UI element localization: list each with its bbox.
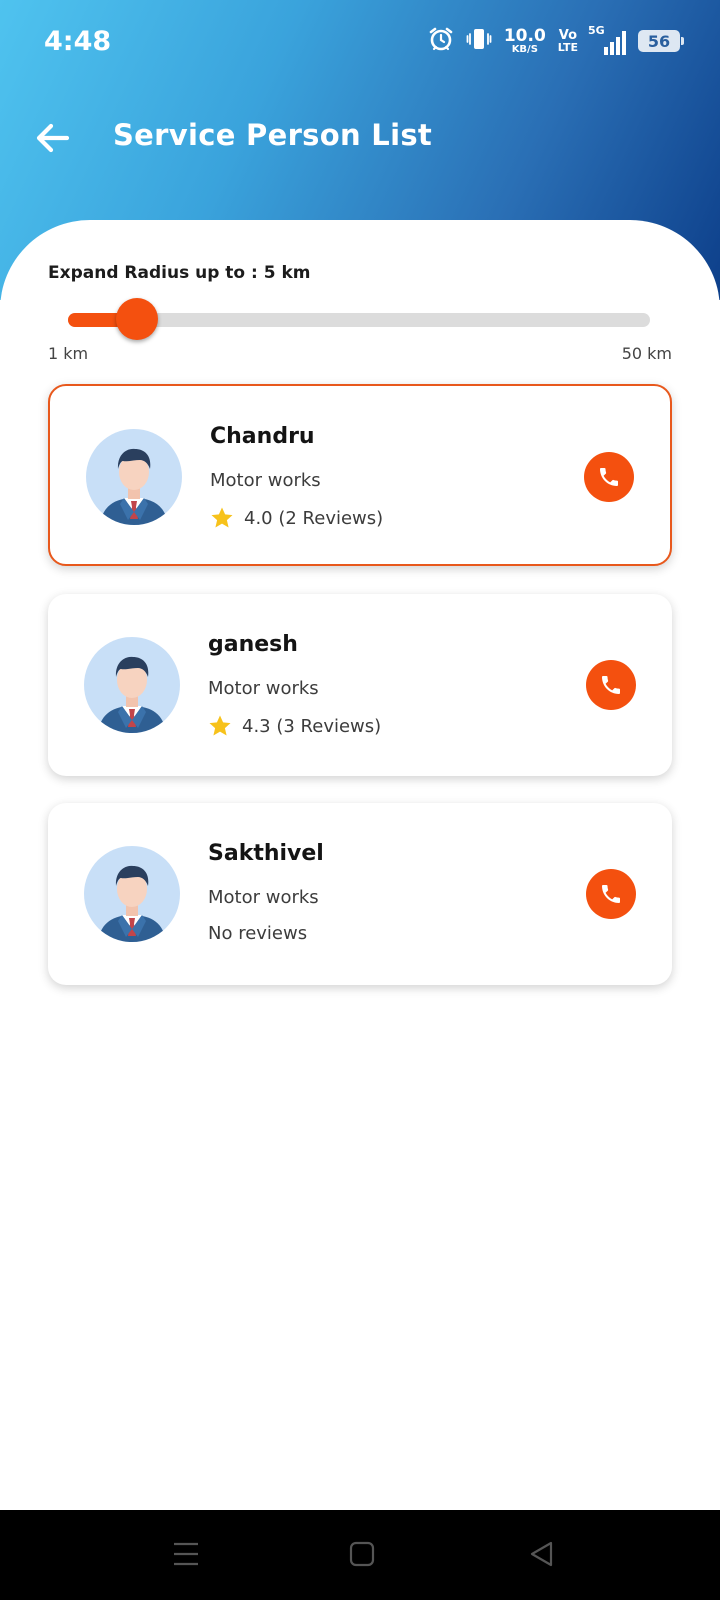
person-rating: 4.0 (2 Reviews) <box>210 506 383 530</box>
phone-icon <box>600 468 618 486</box>
battery-icon: 56 <box>638 30 684 52</box>
phone-icon <box>602 676 620 694</box>
signal-icon: 5G <box>588 24 626 55</box>
person-name: ganesh <box>208 632 298 657</box>
person-card[interactable]: Chandru Motor works 4.0 (2 Reviews) <box>48 384 672 566</box>
alarm-icon <box>428 26 454 56</box>
menu-icon <box>174 1542 198 1566</box>
network-speed-value: 10.0 <box>503 25 546 46</box>
person-name: Sakthivel <box>208 841 324 866</box>
businessman-avatar-icon <box>86 429 182 525</box>
home-button[interactable] <box>342 1534 382 1574</box>
person-rating: No reviews <box>208 923 307 944</box>
businessman-avatar-icon <box>84 637 180 733</box>
star-icon <box>209 715 231 736</box>
app-bar: Service Person List <box>0 100 720 176</box>
call-button[interactable] <box>586 660 636 710</box>
slider-min-label: 1 km <box>48 344 89 363</box>
network-type: 5G <box>588 24 605 37</box>
arrow-left-icon <box>36 123 69 153</box>
slider-max-label: 50 km <box>621 344 672 363</box>
volte-bottom: LTE <box>557 41 578 54</box>
rating-text: 4.0 (2 Reviews) <box>244 507 384 529</box>
person-service: Motor works <box>210 470 321 491</box>
person-rating: 4.3 (3 Reviews) <box>208 714 381 738</box>
page-title: Service Person List <box>113 118 433 152</box>
call-button[interactable] <box>586 869 636 919</box>
rating-text: No reviews <box>208 923 308 944</box>
status-time: 4:48 <box>44 26 112 57</box>
businessman-avatar-icon <box>84 846 180 942</box>
status-bar: 4:48 10.0 KB/S Vo LTE 5G 56 <box>0 0 720 84</box>
volte-indicator: Vo LTE <box>558 29 578 53</box>
person-card[interactable]: ganesh Motor works 4.3 (3 Reviews) <box>48 594 672 776</box>
star-icon <box>211 507 233 528</box>
call-button[interactable] <box>584 452 634 502</box>
person-name: Chandru <box>210 424 315 449</box>
back-nav-button[interactable] <box>522 1534 562 1574</box>
phone-icon <box>602 885 620 903</box>
system-nav-bar <box>0 1510 720 1600</box>
radius-slider[interactable] <box>68 298 650 340</box>
home-square-icon <box>349 1541 375 1567</box>
radius-label: Expand Radius up to : 5 km <box>48 263 311 283</box>
status-icons: 10.0 KB/S Vo LTE 5G 56 <box>428 24 684 58</box>
rating-text: 4.3 (3 Reviews) <box>242 715 382 737</box>
back-button[interactable] <box>30 118 74 158</box>
vibrate-icon <box>466 26 492 56</box>
slider-thumb[interactable] <box>116 298 158 340</box>
back-triangle-icon <box>530 1541 553 1567</box>
person-card[interactable]: Sakthivel Motor works No reviews <box>48 803 672 985</box>
network-speed-unit: KB/S <box>511 43 538 55</box>
person-service: Motor works <box>208 887 319 908</box>
battery-level: 56 <box>647 31 671 51</box>
recent-apps-button[interactable] <box>166 1534 206 1574</box>
person-service: Motor works <box>208 678 319 699</box>
network-speed: 10.0 KB/S <box>503 25 546 55</box>
